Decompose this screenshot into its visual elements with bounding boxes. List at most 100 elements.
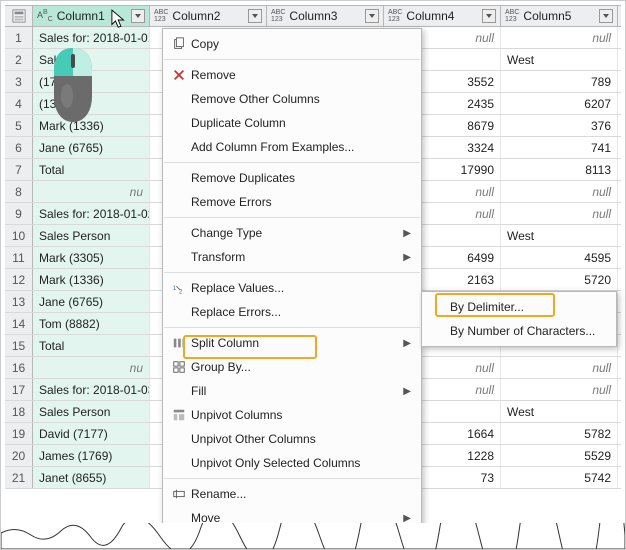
menu-item-fill[interactable]: Fill ▶ [163,379,421,403]
row-header[interactable]: 8 [5,181,33,202]
menu-item-unpivot-other-columns[interactable]: Unpivot Other Columns [163,427,421,451]
cell[interactable]: 376 [501,115,618,136]
row-header[interactable]: 11 [5,247,33,268]
cell[interactable]: Jane (6765) [33,137,150,158]
row-header[interactable]: 10 [5,225,33,246]
cell[interactable]: 5742 [501,467,618,488]
menu-item-remove-errors[interactable]: Remove Errors [163,190,421,214]
cell[interactable]: Sales for: 2018-01-03 [33,379,150,400]
filter-dropdown-icon[interactable] [131,9,145,23]
row-header[interactable]: 3 [5,71,33,92]
column-header-column4[interactable]: ABC123 Column4 [384,6,501,26]
cell[interactable]: null [501,181,618,202]
menu-item-replace-errors[interactable]: Replace Errors... [163,300,421,324]
menu-item-replace-values[interactable]: 12 Replace Values... [163,276,421,300]
row-header[interactable]: 14 [5,313,33,334]
column-header-column3[interactable]: ABC123 Column3 [267,6,384,26]
cell[interactable]: Janet (8655) [33,467,150,488]
cell[interactable]: Sales Person [33,225,150,246]
cell[interactable]: Total [33,335,150,356]
column-header-column2[interactable]: ABC123 Column2 [150,6,267,26]
cell[interactable]: West [501,401,618,422]
menu-item-duplicate-column[interactable]: Duplicate Column [163,111,421,135]
cell[interactable]: 741 [501,137,618,158]
row-header[interactable]: 2 [5,49,33,70]
menu-item-label: Remove Other Columns [191,92,411,106]
cell[interactable]: Total [33,159,150,180]
row-header[interactable]: 9 [5,203,33,224]
row-header[interactable]: 19 [5,423,33,444]
menu-item-add-column-from-examples[interactable]: Add Column From Examples... [163,135,421,159]
menu-item-unpivot-columns[interactable]: Unpivot Columns [163,403,421,427]
menu-item-split-column[interactable]: Split Column ▶ [163,331,421,355]
menu-item-change-type[interactable]: Change Type ▶ [163,221,421,245]
select-all-corner[interactable] [5,6,33,26]
column-header-column1[interactable]: ABC Column1 [33,6,150,26]
cell[interactable]: 5529 [501,445,618,466]
cell[interactable]: James (1769) [33,445,150,466]
filter-dropdown-icon[interactable] [599,9,613,23]
cell[interactable]: null [501,27,618,48]
cell[interactable]: West [501,225,618,246]
cell[interactable]: Mark (3305) [33,247,150,268]
submenu-item-by-number-of-characters[interactable]: By Number of Characters... [422,319,616,343]
row-header[interactable]: 15 [5,335,33,356]
cell[interactable]: Sales for: 2018-01-01 [33,27,150,48]
rename-icon [167,487,191,501]
cell[interactable]: Mark (1336) [33,269,150,290]
row-header[interactable]: 5 [5,115,33,136]
row-header[interactable]: 21 [5,467,33,488]
cell[interactable]: (13) [33,93,150,114]
menu-item-rename[interactable]: Rename... [163,482,421,506]
menu-item-label: Add Column From Examples... [191,140,411,154]
cell[interactable]: 8113 [501,159,618,180]
row-header[interactable]: 20 [5,445,33,466]
cell[interactable]: Sal [33,49,150,70]
cell[interactable]: nu [33,357,150,378]
type-icon[interactable]: ABC123 [271,9,285,23]
row-header[interactable]: 17 [5,379,33,400]
filter-dropdown-icon[interactable] [248,9,262,23]
row-header[interactable]: 12 [5,269,33,290]
cell[interactable]: (1769) [33,71,150,92]
row-header[interactable]: 1 [5,27,33,48]
row-header[interactable]: 6 [5,137,33,158]
cell[interactable]: Tom (8882) [33,313,150,334]
type-icon[interactable]: ABC123 [154,9,168,23]
cell[interactable]: Jane (6765) [33,291,150,312]
cell[interactable]: null [501,203,618,224]
menu-item-copy[interactable]: Copy [163,32,421,56]
menu-item-transform[interactable]: Transform ▶ [163,245,421,269]
submenu-item-by-delimiter[interactable]: By Delimiter... [422,295,616,319]
cell[interactable]: null [501,357,618,378]
column-header-column5[interactable]: ABC123 Column5 [501,6,618,26]
row-header[interactable]: 7 [5,159,33,180]
cell[interactable]: nu [33,181,150,202]
menu-item-group-by[interactable]: Group By... [163,355,421,379]
cell[interactable]: David (7177) [33,423,150,444]
type-icon[interactable]: ABC123 [388,9,402,23]
menu-item-remove[interactable]: Remove [163,63,421,87]
filter-dropdown-icon[interactable] [482,9,496,23]
cell[interactable]: 6207 [501,93,618,114]
cell[interactable]: Sales for: 2018-01-02 [33,203,150,224]
menu-separator [164,327,420,328]
cell[interactable]: Mark (1336) [33,115,150,136]
row-header[interactable]: 4 [5,93,33,114]
cell[interactable]: 5782 [501,423,618,444]
type-icon[interactable]: ABC123 [505,9,519,23]
cell[interactable]: West [501,49,618,70]
cell[interactable]: 789 [501,71,618,92]
menu-item-remove-duplicates[interactable]: Remove Duplicates [163,166,421,190]
type-icon[interactable]: ABC [37,9,53,23]
cell[interactable]: 4595 [501,247,618,268]
menu-item-unpivot-only-selected-columns[interactable]: Unpivot Only Selected Columns [163,451,421,475]
row-header[interactable]: 16 [5,357,33,378]
cell[interactable]: null [501,379,618,400]
row-header[interactable]: 18 [5,401,33,422]
cell[interactable]: Sales Person [33,401,150,422]
filter-dropdown-icon[interactable] [365,9,379,23]
cell[interactable]: 5720 [501,269,618,290]
row-header[interactable]: 13 [5,291,33,312]
menu-item-remove-other-columns[interactable]: Remove Other Columns [163,87,421,111]
